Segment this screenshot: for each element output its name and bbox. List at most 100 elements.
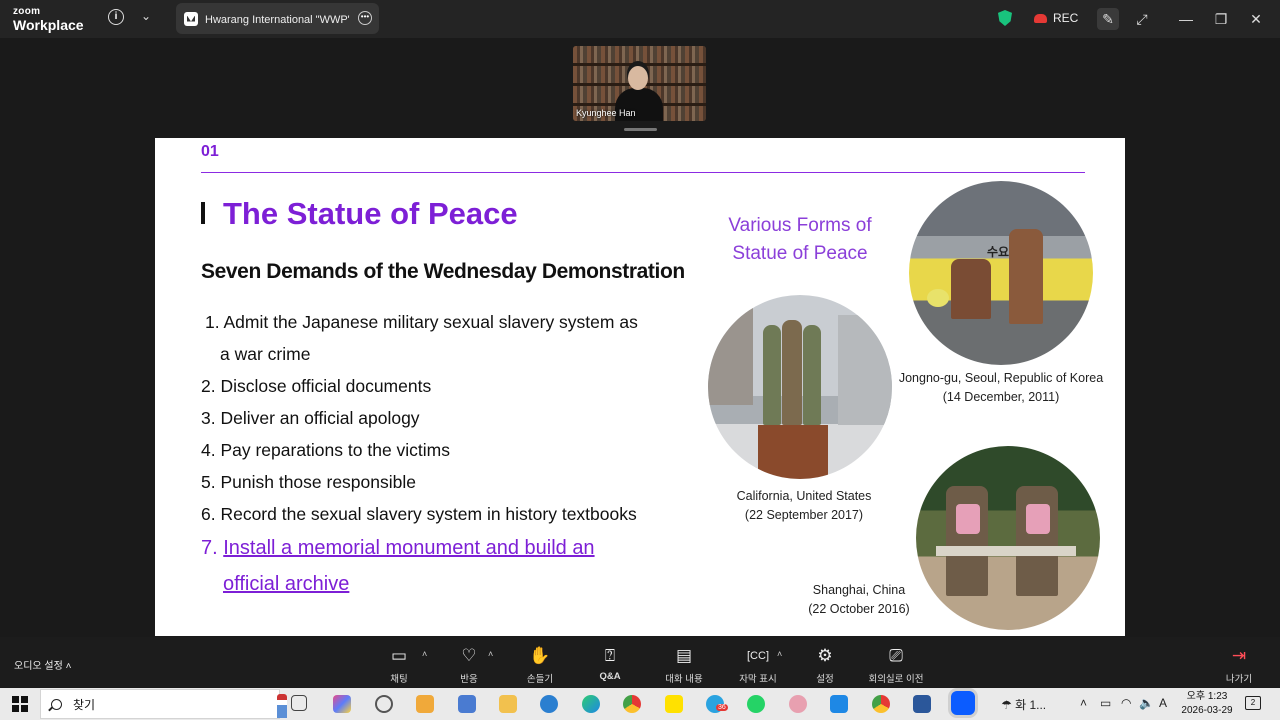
- statue-figure: [946, 486, 988, 596]
- demand-item: 5. Punish those responsible: [201, 472, 416, 492]
- reactions-label: 반응: [460, 674, 478, 685]
- slide-subtitle: Seven Demands of the Wednesday Demonstra…: [201, 260, 685, 283]
- windows-start-icon[interactable]: [12, 696, 28, 712]
- zoom-icon[interactable]: [951, 691, 975, 715]
- telegram-badge: 36: [716, 704, 728, 711]
- taskbar-search[interactable]: 찾기: [40, 689, 287, 719]
- minimize-icon[interactable]: —: [1175, 8, 1197, 30]
- captions-chevron-up-icon[interactable]: ˄: [777, 649, 782, 659]
- battery-icon[interactable]: ▭: [1100, 696, 1111, 710]
- chevron-down-icon[interactable]: ⌄: [141, 9, 151, 23]
- demand-item: 1. Admit the Japanese military sexual sl…: [205, 312, 638, 332]
- word-icon[interactable]: [913, 695, 931, 713]
- search-icon: [51, 698, 62, 710]
- search-label: 찾기: [73, 697, 96, 712]
- statue-figure: [1016, 486, 1058, 596]
- kakaotalk-icon[interactable]: [665, 695, 683, 713]
- paint-icon[interactable]: [789, 695, 807, 713]
- forms-heading-line2: Statue of Peace: [732, 243, 868, 264]
- raise-hand-label: 손들기: [526, 674, 554, 685]
- meeting-toolbar: 오디오 설정 ˄ ▭ 채팅 ˄ ♡ 반응 ˄ ✋ 손들기 ⍰ Q&A ▤ 대화 …: [0, 637, 1280, 687]
- leave-label: 나가기: [1225, 674, 1253, 685]
- meeting-tab-title: Hwarang International "WWP"의: [205, 13, 350, 26]
- captions-button[interactable]: [CC] 자막 표시: [723, 645, 793, 685]
- participant-video-tile[interactable]: Kyunghee Han: [573, 46, 706, 121]
- audio-settings-button[interactable]: 오디오 설정 ˄: [14, 657, 71, 672]
- recording-indicator[interactable]: REC: [1034, 11, 1078, 25]
- tray-chevron-up-icon[interactable]: ˄: [1080, 696, 1087, 710]
- leave-button[interactable]: ⇥ 나가기: [1204, 645, 1274, 685]
- building-right: [838, 315, 892, 425]
- chrome-profile-icon[interactable]: [872, 695, 890, 713]
- chat-label: 채팅: [390, 674, 408, 685]
- notification-icon[interactable]: 2: [1245, 696, 1261, 710]
- fullscreen-expand-icon[interactable]: ⤢: [1131, 8, 1153, 30]
- demand-item: 2. Disclose official documents: [201, 376, 432, 396]
- statue-pedestal: [758, 425, 828, 479]
- restore-icon[interactable]: ❐: [1210, 8, 1232, 30]
- settings-gear-icon[interactable]: [375, 695, 393, 713]
- meeting-tab[interactable]: Hwarang International "WWP"의 •••: [176, 3, 379, 34]
- chevron-up-icon[interactable]: ˄: [66, 661, 72, 672]
- raise-hand-button[interactable]: ✋ 손들기: [505, 645, 575, 685]
- move-room-label: 회의실로 이전: [868, 674, 924, 685]
- annotate-pencil-icon[interactable]: ✎: [1097, 8, 1119, 30]
- ime-icon[interactable]: A: [1159, 696, 1167, 710]
- outlook-icon[interactable]: [458, 695, 476, 713]
- app-icon[interactable]: [830, 695, 848, 713]
- hand-icon: ✋: [529, 646, 551, 665]
- close-icon[interactable]: ✕: [1245, 8, 1267, 30]
- participant-head: [628, 66, 648, 90]
- telegram-icon[interactable]: 36: [706, 695, 728, 713]
- encryption-shield-icon[interactable]: [998, 10, 1012, 26]
- file-explorer-icon[interactable]: [499, 695, 517, 713]
- flowers: [927, 289, 949, 307]
- wifi-icon[interactable]: ◠: [1121, 696, 1131, 710]
- task-view-icon[interactable]: [291, 695, 307, 711]
- clock-date: 2026-03-29: [1181, 705, 1233, 716]
- lighthouse-icon: [277, 694, 287, 718]
- zoom-title-bar: zoom Workplace i ⌄ Hwarang International…: [0, 0, 1280, 38]
- copilot-icon[interactable]: [333, 695, 351, 713]
- info-icon[interactable]: i: [108, 9, 124, 25]
- video-drag-handle[interactable]: [624, 128, 657, 131]
- shanghai-caption: Shanghai, China (22 October 2016): [795, 581, 923, 619]
- demand-7-line1: Install a memorial monument and build an: [223, 537, 595, 559]
- volume-icon[interactable]: 🔈: [1139, 696, 1154, 710]
- move-room-icon: ⎚: [889, 646, 903, 665]
- transcript-label: 대화 내용: [665, 674, 703, 685]
- edge-icon[interactable]: [582, 695, 600, 713]
- more-options-icon[interactable]: •••: [358, 11, 372, 25]
- chrome-icon[interactable]: [623, 695, 641, 713]
- system-clock[interactable]: 오후 1:23 2026-03-29: [1178, 690, 1236, 718]
- qa-button[interactable]: ⍰ Q&A: [575, 645, 645, 682]
- notification-count: 2: [1250, 698, 1256, 707]
- chat-chevron-up-icon[interactable]: ˄: [422, 649, 427, 659]
- demand-item: 4. Pay reparations to the victims: [201, 440, 450, 460]
- settings-button[interactable]: ⚙ 설정: [790, 645, 860, 685]
- qa-label: Q&A: [599, 671, 621, 682]
- statue-figure: [803, 325, 821, 425]
- demand-item-highlight-continuation: official archive: [201, 566, 638, 602]
- whatsapp-icon[interactable]: [747, 695, 765, 713]
- forms-heading: Various Forms of Statue of Peace: [711, 212, 889, 268]
- weather-widget[interactable]: ☂ 화 1...: [1001, 696, 1046, 713]
- captions-label: 자막 표시: [739, 674, 777, 685]
- bench: [936, 546, 1076, 556]
- seoul-caption-line1: Jongno-gu, Seoul, Republic of Korea: [898, 371, 1104, 385]
- demand-7-number: 7.: [201, 537, 218, 559]
- slide-number: 01: [201, 143, 219, 160]
- store-icon[interactable]: [416, 695, 434, 713]
- transcript-button[interactable]: ▤ 대화 내용: [649, 645, 719, 685]
- statue-figure: [763, 325, 781, 425]
- weather-label: 화 1...: [1015, 698, 1047, 712]
- statue-chair: [951, 259, 991, 319]
- reactions-chevron-up-icon[interactable]: ˄: [488, 649, 493, 659]
- demand-item: 3. Deliver an official apology: [201, 408, 420, 428]
- shared-slide: 01 The Statue of Peace Seven Demands of …: [155, 138, 1125, 636]
- internet-explorer-icon[interactable]: [540, 695, 558, 713]
- move-room-button[interactable]: ⎚ 회의실로 이전: [861, 645, 931, 685]
- windows-taskbar: 찾기 36 ☂ 화 1... ˄ ▭ ◠ 🔈 A 오후 1:23 2026-03…: [0, 688, 1280, 720]
- reactions-button[interactable]: ♡ 반응: [434, 645, 504, 685]
- slide-title: The Statue of Peace: [223, 196, 518, 231]
